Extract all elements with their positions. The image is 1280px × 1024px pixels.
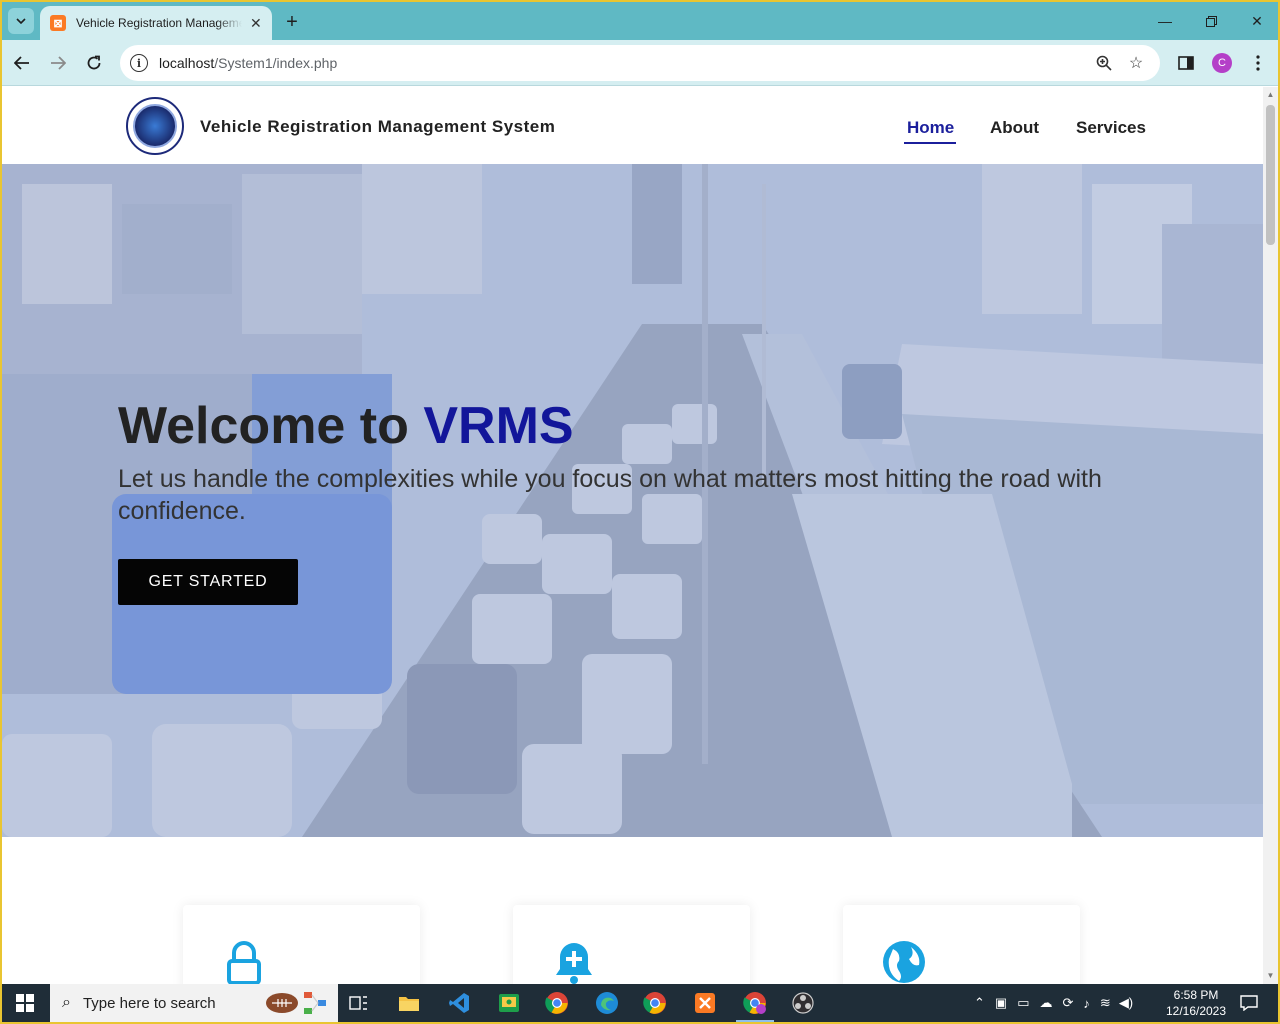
hero-title-accent: VRMS xyxy=(423,397,574,455)
bookmark-star-icon[interactable]: ☆ xyxy=(1126,53,1146,73)
back-button[interactable] xyxy=(10,51,34,75)
page-scrollbar[interactable]: ▲ ▼ xyxy=(1263,87,1278,984)
restore-button[interactable] xyxy=(1188,2,1234,40)
taskbar-search[interactable]: ⌕ Type here to search xyxy=(50,984,338,1022)
hero-title-prefix: Welcome to xyxy=(118,397,424,455)
chrome-profile-icon[interactable] xyxy=(640,988,670,1018)
close-tab-icon[interactable]: ✕ xyxy=(250,15,262,32)
forward-button[interactable] xyxy=(46,51,70,75)
nav-services-link[interactable]: Services xyxy=(1076,118,1146,138)
microphone-icon[interactable]: ♪ xyxy=(1083,996,1090,1011)
site-logo[interactable] xyxy=(126,97,184,155)
xampp-taskbar-icon[interactable] xyxy=(690,988,720,1018)
nav-about-link[interactable]: About xyxy=(990,118,1039,138)
browser-tab[interactable]: ⊠ Vehicle Registration Management System… xyxy=(40,6,272,40)
tab-strip: ⊠ Vehicle Registration Management System… xyxy=(2,2,1278,40)
feature-card-notifications xyxy=(513,905,750,984)
browser-window: ⊠ Vehicle Registration Management System… xyxy=(2,2,1278,984)
battery-icon[interactable]: ▭ xyxy=(1017,995,1029,1011)
get-started-button[interactable]: GET STARTED xyxy=(118,559,298,605)
hero-title: Welcome to VRMS xyxy=(118,396,574,456)
chevron-down-icon xyxy=(16,18,26,24)
zoom-icon[interactable] xyxy=(1094,53,1114,73)
globe-icon xyxy=(883,941,925,983)
clock-date: 12/16/2023 xyxy=(1165,1004,1227,1018)
feature-card-global xyxy=(843,905,1080,984)
scroll-down-icon[interactable]: ▼ xyxy=(1266,971,1275,980)
url-text[interactable]: localhost/System1/index.php xyxy=(159,55,337,71)
meet-now-icon[interactable]: ▣ xyxy=(995,995,1007,1011)
reload-button[interactable] xyxy=(82,51,106,75)
update-icon[interactable]: ⟳ xyxy=(1063,995,1074,1011)
taskbar-clock[interactable]: 6:58 PM 12/16/2023 xyxy=(1160,987,1232,1019)
obs-icon[interactable] xyxy=(788,988,818,1018)
onedrive-icon[interactable]: ☁ xyxy=(1040,995,1053,1011)
taskbar-search-placeholder: Type here to search xyxy=(82,994,216,1012)
site-header: Vehicle Registration Management System H… xyxy=(2,87,1263,164)
browser-menu-button[interactable] xyxy=(1246,51,1270,75)
new-tab-button[interactable]: + xyxy=(280,10,304,34)
file-explorer-icon[interactable] xyxy=(394,988,424,1018)
lock-icon xyxy=(227,941,261,984)
vscode-icon[interactable] xyxy=(444,988,474,1018)
minimize-button[interactable]: — xyxy=(1142,2,1188,40)
hero-section: Welcome to VRMS Let us handle the comple… xyxy=(2,164,1263,837)
xampp-icon: ⊠ xyxy=(50,15,66,31)
logo-emblem xyxy=(133,104,177,148)
edge-icon[interactable] xyxy=(592,988,622,1018)
more-vertical-icon xyxy=(1256,55,1260,71)
clock-time: 6:58 PM xyxy=(1173,988,1219,1002)
site-info-icon[interactable]: i xyxy=(130,54,148,72)
chrome-active-window-icon[interactable] xyxy=(740,988,770,1018)
start-button[interactable] xyxy=(2,984,48,1022)
forward-arrow-icon xyxy=(51,56,66,70)
reload-icon xyxy=(87,55,101,70)
wifi-icon[interactable]: ≋ xyxy=(1100,995,1111,1011)
volume-icon[interactable]: ◀) xyxy=(1119,995,1133,1011)
search-icon: ⌕ xyxy=(62,994,71,1011)
classroom-icon[interactable] xyxy=(494,988,524,1018)
side-panel-button[interactable] xyxy=(1174,51,1198,75)
hero-subtitle: Let us handle the complexities while you… xyxy=(118,465,1102,525)
windows-logo-icon xyxy=(16,994,34,1012)
scroll-thumb[interactable] xyxy=(1266,105,1275,245)
address-bar[interactable]: i localhost/System1/index.php ☆ xyxy=(120,45,1160,81)
close-window-button[interactable]: ✕ xyxy=(1234,2,1278,40)
system-tray: ⌃ ▣ ▭ ☁ ⟳ ♪ ≋ ◀) xyxy=(974,984,1133,1022)
feature-card-security xyxy=(183,905,420,984)
scroll-up-icon[interactable]: ▲ xyxy=(1266,90,1275,99)
task-view-icon[interactable] xyxy=(344,988,374,1018)
tab-search-button[interactable] xyxy=(8,8,34,34)
windows-taskbar: ⌕ Type here to search ⌃ ▣ ▭ ☁ ⟳ ♪ ≋ ◀) 6… xyxy=(2,984,1278,1022)
profile-avatar[interactable]: C xyxy=(1212,53,1232,73)
url-host: localhost xyxy=(159,55,215,71)
restore-icon xyxy=(1205,15,1217,27)
url-path: /System1/index.php xyxy=(214,55,338,71)
browser-toolbar: i localhost/System1/index.php ☆ C xyxy=(2,40,1278,86)
bell-plus-icon xyxy=(556,943,592,984)
side-panel-icon xyxy=(1178,56,1194,70)
nav-home-link[interactable]: Home xyxy=(907,118,954,138)
search-highlight-icon xyxy=(266,992,326,1014)
active-app-indicator xyxy=(736,1020,774,1022)
back-arrow-icon xyxy=(14,56,29,70)
active-nav-underline xyxy=(904,142,956,144)
site-brand[interactable]: Vehicle Registration Management System xyxy=(200,117,555,137)
page-viewport: Vehicle Registration Management System H… xyxy=(2,87,1263,984)
chrome-icon[interactable] xyxy=(542,988,572,1018)
tab-title: Vehicle Registration Management System xyxy=(76,16,242,30)
show-hidden-icons-icon[interactable]: ⌃ xyxy=(974,995,985,1011)
notifications-icon[interactable] xyxy=(1240,984,1258,1022)
